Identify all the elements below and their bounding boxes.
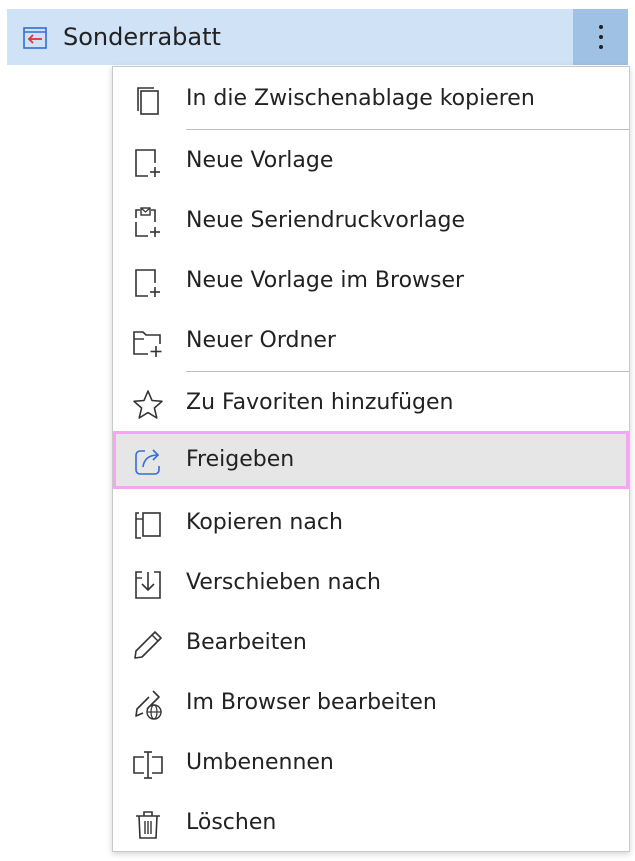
menu-item-label: Neuer Ordner [186,328,336,353]
menu-item-new-mail-merge-template[interactable]: Neue Seriendruckvorlage [113,192,629,250]
menu-item-copy-to[interactable]: Kopieren nach [113,494,629,552]
new-template-browser-icon [135,269,160,297]
copy-icon [137,87,159,115]
copy-to-icon [135,512,161,539]
menu-item-rename[interactable]: Umbenennen [113,734,629,792]
menu-divider [186,371,629,372]
menu-item-delete[interactable]: Löschen [113,794,629,852]
star-icon [133,390,163,419]
menu-item-copy-to-clipboard[interactable]: In die Zwischenablage kopieren [113,70,629,128]
menu-item-label: Löschen [186,810,277,835]
menu-item-label: Neue Vorlage [186,148,334,173]
menu-item-label: Kopieren nach [186,510,343,535]
menu-item-move-to[interactable]: Verschieben nach [113,554,629,612]
new-template-icon [135,149,160,177]
pencil-icon [134,631,162,659]
menu-item-label: Umbenennen [186,750,334,775]
title-bar: Sonderrabatt [7,9,628,65]
menu-item-label: Bearbeiten [186,630,307,655]
trash-icon [136,811,160,839]
menu-item-add-favorites[interactable]: Zu Favoriten hinzufügen [113,374,629,432]
menu-item-label: Zu Favoriten hinzufügen [186,390,454,415]
menu-item-label: Neue Seriendruckvorlage [186,208,466,233]
share-icon [135,449,160,475]
menu-item-edit[interactable]: Bearbeiten [113,614,629,672]
menu-item-edit-in-browser[interactable]: Im Browser bearbeiten [113,674,629,732]
menu-item-label: Freigeben [186,447,295,472]
new-mail-merge-template-icon [135,207,160,237]
menu-item-new-template-browser[interactable]: Neue Vorlage im Browser [113,252,629,310]
move-to-icon [135,571,161,599]
template-back-icon [23,27,47,49]
edit-in-browser-icon [135,690,162,720]
menu-divider [186,129,629,130]
more-options-button[interactable] [573,9,628,65]
menu-item-new-folder[interactable]: Neuer Ordner [113,312,629,370]
menu-item-label: Im Browser bearbeiten [186,690,437,715]
menu-item-label: Verschieben nach [186,570,381,595]
new-folder-icon [133,331,162,357]
menu-item-label: Neue Vorlage im Browser [186,268,465,293]
context-menu: In die Zwischenablage kopieren Neue Vorl… [112,66,630,852]
menu-item-label: In die Zwischenablage kopieren [186,86,535,111]
menu-item-share[interactable]: Freigeben [113,431,629,489]
document-title: Sonderrabatt [63,23,221,51]
rename-icon [133,751,163,779]
menu-item-new-template[interactable]: Neue Vorlage [113,132,629,190]
